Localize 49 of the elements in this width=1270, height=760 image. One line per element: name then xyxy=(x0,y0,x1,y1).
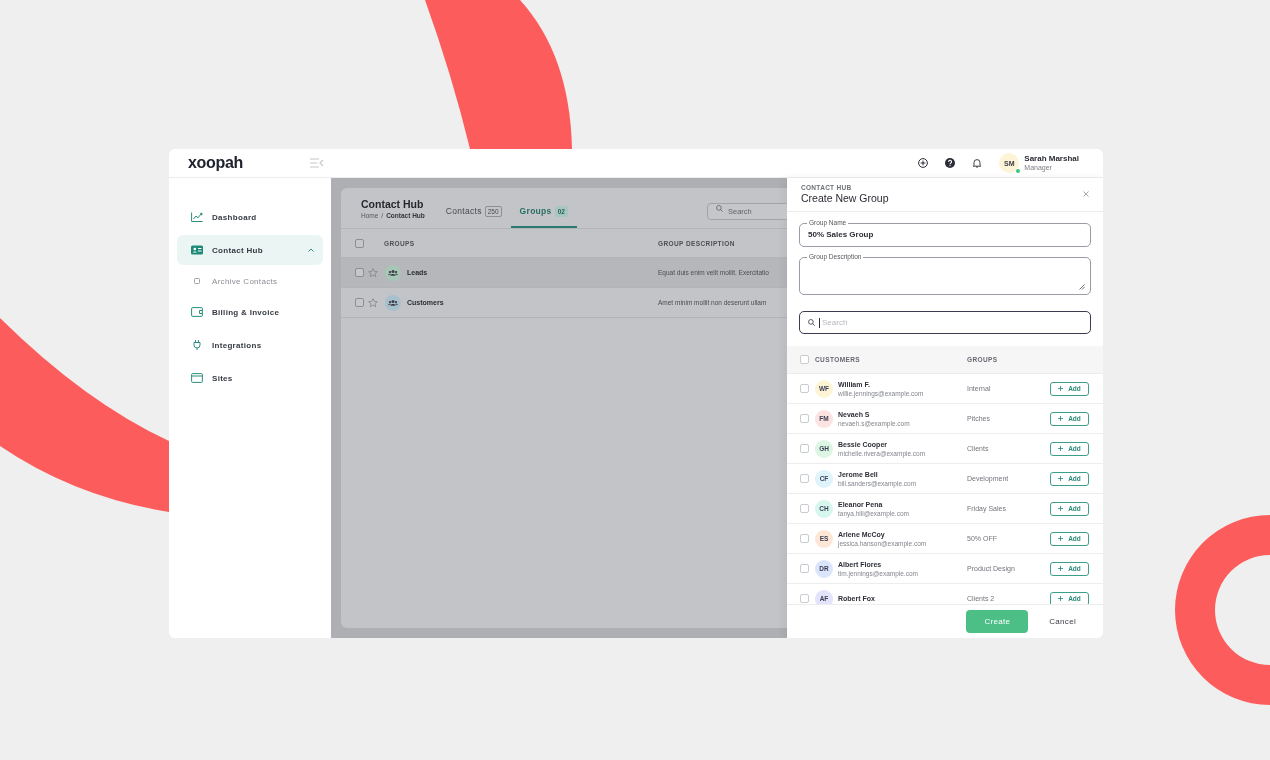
user-name: Sarah Marshal xyxy=(1024,154,1079,164)
close-icon[interactable] xyxy=(1083,191,1089,197)
drawer-title: Create New Group xyxy=(801,192,889,205)
logo[interactable]: xoopah xyxy=(188,155,244,171)
checkbox[interactable] xyxy=(800,474,809,483)
bell-icon[interactable] xyxy=(972,158,983,168)
chart-icon xyxy=(191,212,203,222)
checkbox[interactable] xyxy=(800,384,809,393)
checkbox[interactable] xyxy=(800,564,809,573)
nav-item[interactable]: Billing & Invoice xyxy=(177,297,323,327)
checkbox[interactable] xyxy=(800,355,809,364)
plus-icon xyxy=(1058,476,1064,481)
checkbox[interactable] xyxy=(800,534,809,543)
star-icon[interactable] xyxy=(368,297,378,308)
nav-item[interactable]: Dashboard xyxy=(177,202,323,232)
plus-icon xyxy=(1058,446,1064,451)
nav-subitem[interactable]: Archive Contacts xyxy=(177,268,323,294)
plus-icon xyxy=(1058,566,1064,571)
search-icon xyxy=(716,204,723,212)
checkbox[interactable] xyxy=(800,444,809,453)
page-title: Contact Hub xyxy=(361,198,425,210)
search-icon xyxy=(808,319,815,326)
star-icon[interactable] xyxy=(368,267,378,278)
add-circle-icon[interactable] xyxy=(918,158,929,168)
text-input[interactable]: 50% Sales Group xyxy=(808,227,1082,242)
resize-handle-icon[interactable] xyxy=(1079,284,1085,290)
nav-item[interactable]: Sites xyxy=(177,363,323,393)
text-cursor-icon xyxy=(819,317,820,328)
checkbox[interactable] xyxy=(800,414,809,423)
nav-item[interactable]: Contact Hub xyxy=(177,235,323,265)
nav-item[interactable]: Integrations xyxy=(177,330,323,360)
checkbox[interactable] xyxy=(355,238,364,248)
checkbox[interactable] xyxy=(355,298,364,307)
search-field[interactable]: Search xyxy=(799,311,1091,334)
checkbox[interactable] xyxy=(800,504,809,513)
checkbox[interactable] xyxy=(355,268,364,277)
contact-card-icon xyxy=(191,245,203,255)
browser-window-icon xyxy=(191,373,203,383)
help-icon[interactable] xyxy=(945,158,956,168)
cancel-button[interactable]: Cancel xyxy=(1049,617,1076,626)
wallet-icon xyxy=(191,307,203,317)
plus-icon xyxy=(1058,416,1064,421)
plus-icon xyxy=(1058,386,1064,391)
checkbox[interactable] xyxy=(800,594,809,603)
plus-icon xyxy=(1058,506,1064,511)
plug-icon xyxy=(191,340,203,350)
plus-icon xyxy=(1058,596,1064,601)
plus-icon xyxy=(1058,536,1064,541)
sidebar-toggle-icon[interactable] xyxy=(310,158,324,168)
